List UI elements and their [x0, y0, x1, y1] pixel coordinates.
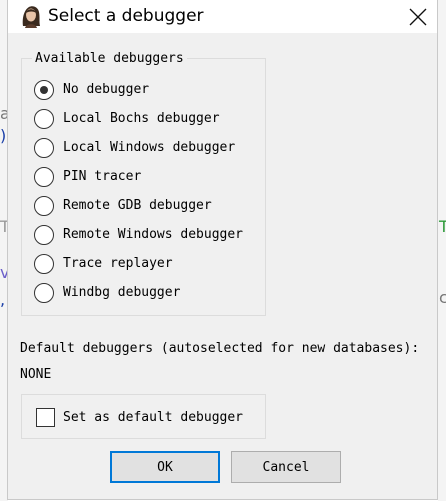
- radio-option-pin-tracer[interactable]: PIN tracer: [34, 167, 256, 189]
- radio-button[interactable]: [34, 167, 54, 187]
- available-debuggers-legend: Available debuggers: [32, 51, 187, 67]
- radio-option-local-bochs[interactable]: Local Bochs debugger: [34, 109, 256, 131]
- background-window-right-edge: [438, 0, 446, 501]
- radio-label[interactable]: Trace replayer: [63, 256, 173, 272]
- radio-button[interactable]: [34, 283, 54, 303]
- set-default-checkbox-label[interactable]: Set as default debugger: [63, 410, 243, 426]
- default-debuggers-label: Default debuggers (autoselected for new …: [20, 341, 420, 356]
- ok-button[interactable]: OK: [110, 451, 220, 483]
- radio-label[interactable]: Remote Windows debugger: [63, 227, 243, 243]
- radio-button[interactable]: [34, 109, 54, 129]
- radio-option-windbg[interactable]: Windbg debugger: [34, 283, 256, 305]
- radio-label[interactable]: No debugger: [63, 82, 149, 98]
- radio-label[interactable]: Local Bochs debugger: [63, 111, 220, 127]
- radio-selected-dot: [40, 86, 48, 94]
- radio-button[interactable]: [34, 138, 54, 158]
- radio-option-trace-replayer[interactable]: Trace replayer: [34, 254, 256, 276]
- default-debuggers-value: NONE: [20, 367, 52, 382]
- portrait-icon: [20, 4, 42, 28]
- radio-option-remote-gdb[interactable]: Remote GDB debugger: [34, 196, 256, 218]
- radio-option-local-windows[interactable]: Local Windows debugger: [34, 138, 256, 160]
- cancel-button[interactable]: Cancel: [231, 451, 341, 483]
- radio-option-no-debugger[interactable]: No debugger: [34, 80, 256, 102]
- radio-option-remote-windows[interactable]: Remote Windows debugger: [34, 225, 256, 247]
- radio-label[interactable]: PIN tracer: [63, 169, 141, 185]
- radio-label[interactable]: Local Windows debugger: [63, 140, 235, 156]
- radio-label[interactable]: Remote GDB debugger: [63, 198, 212, 214]
- radio-label[interactable]: Windbg debugger: [63, 285, 180, 301]
- select-debugger-dialog: Select a debugger Available debuggers No…: [7, 0, 438, 500]
- radio-button[interactable]: [34, 225, 54, 245]
- background-fragment: T: [439, 217, 446, 236]
- close-button[interactable]: [398, 0, 438, 33]
- background-fragment: c: [439, 288, 446, 307]
- title-bar: Select a debugger: [8, 0, 437, 33]
- radio-button[interactable]: [34, 80, 54, 100]
- background-fragment: ): [0, 126, 7, 145]
- radio-button[interactable]: [34, 254, 54, 274]
- background-fragment: ,: [0, 290, 6, 309]
- radio-button[interactable]: [34, 196, 54, 216]
- set-default-checkbox[interactable]: [36, 408, 55, 427]
- dialog-title: Select a debugger: [48, 6, 204, 26]
- close-icon: [409, 8, 427, 26]
